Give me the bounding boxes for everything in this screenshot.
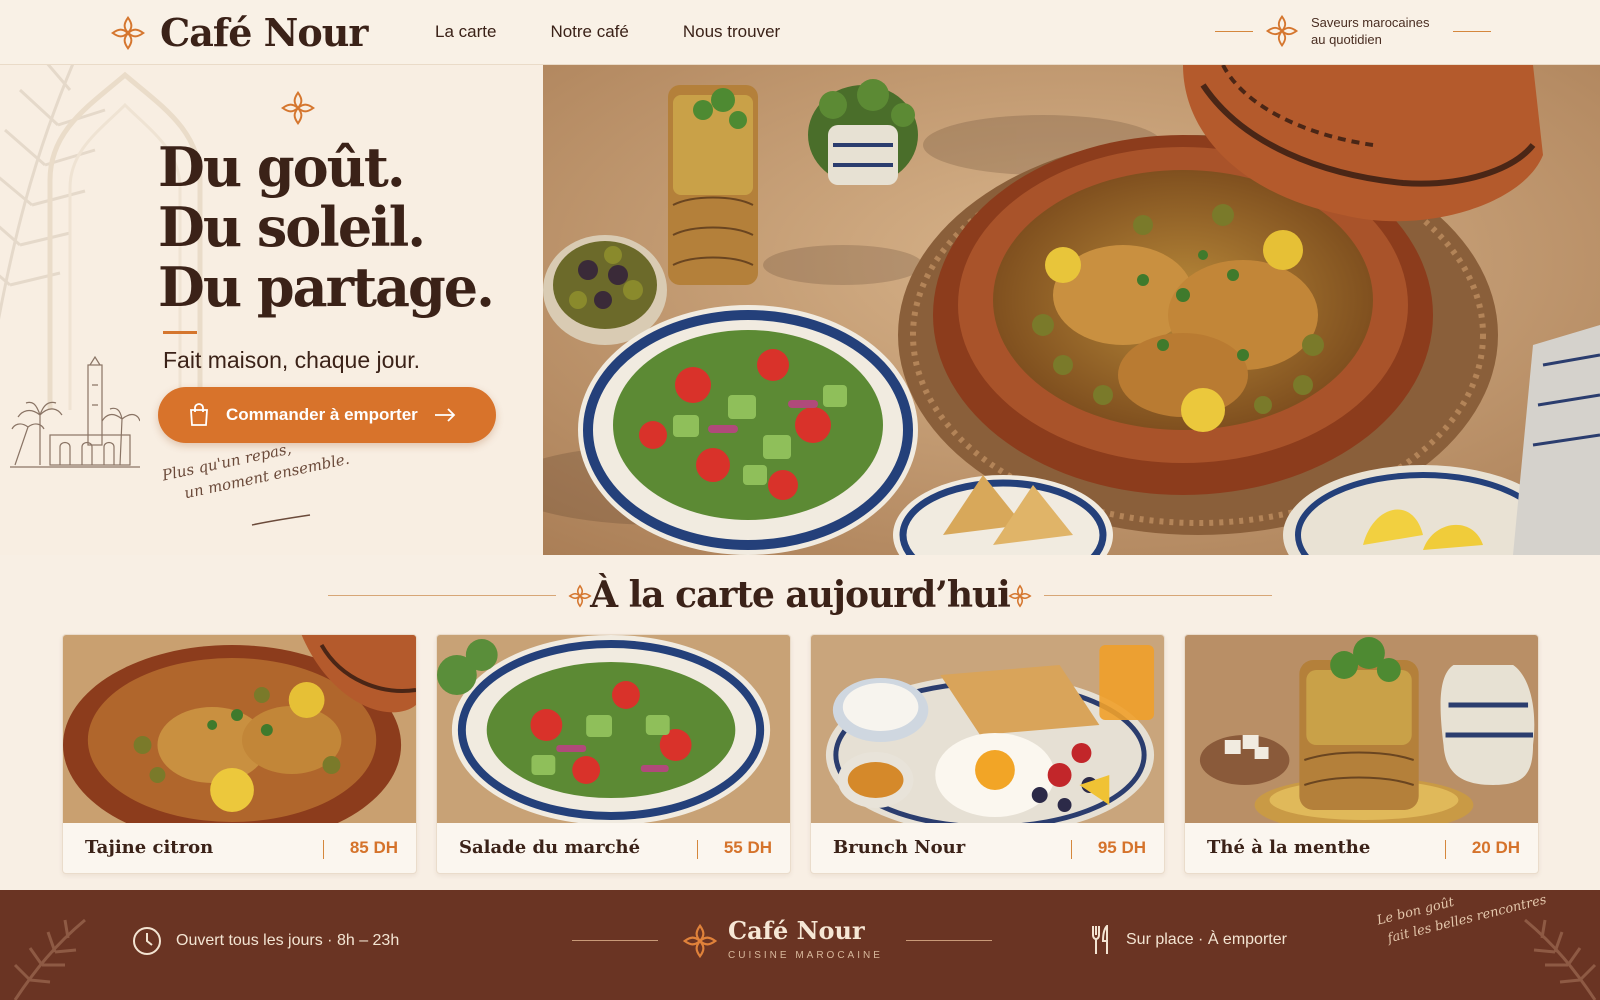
hero-food-photo bbox=[543, 65, 1600, 555]
hero-headline-line-1: Du goût. bbox=[158, 135, 406, 199]
dish-price: 55 DH bbox=[723, 838, 772, 857]
arrow-right-icon bbox=[434, 408, 456, 422]
hero-food-illustration bbox=[543, 65, 1600, 555]
divider-line bbox=[1044, 595, 1272, 596]
footer-brand-subtitle: CUISINE MAROCAINE bbox=[728, 950, 883, 961]
hero-headline-line-2: Du soleil. bbox=[158, 195, 426, 259]
footer-brand-name: Café Nour bbox=[728, 916, 865, 945]
hero-headline: Du goût. Du soleil. Du partage. bbox=[158, 135, 495, 319]
hero-headline-line-3: Du partage. bbox=[158, 255, 495, 319]
divider-line bbox=[906, 940, 992, 941]
quatrefoil-icon bbox=[1265, 14, 1299, 48]
divider-line bbox=[1445, 840, 1446, 859]
nav-link-nous-trouver[interactable]: Nous trouver bbox=[683, 22, 780, 42]
menu-card-brunch-nour[interactable]: Brunch Nour 95 DH bbox=[810, 634, 1165, 874]
header-tagline: Saveurs marocaines au quotidien bbox=[1215, 14, 1491, 48]
hero-text-panel: Du goût. Du soleil. Du partage. Fait mai… bbox=[0, 65, 543, 555]
palm-leaf-icon bbox=[1524, 918, 1597, 1000]
divider-line bbox=[1215, 30, 1253, 32]
dish-name: Salade du marché bbox=[459, 837, 641, 858]
nav-link-la-carte[interactable]: La carte bbox=[435, 22, 496, 42]
divider-line bbox=[572, 940, 658, 941]
menu-card-footer: Thé à la menthe 20 DH bbox=[1185, 823, 1538, 873]
service-options: Sur place · À emporter bbox=[1090, 925, 1287, 955]
tagline-text: Saveurs marocaines au quotidien bbox=[1311, 14, 1441, 48]
brand-logo[interactable]: Café Nour bbox=[110, 10, 368, 55]
tagline-line-1: Saveurs marocaines bbox=[1311, 15, 1430, 30]
top-navigation-bar: Café Nour La carte Notre café Nous trouv… bbox=[0, 0, 1600, 65]
quatrefoil-icon bbox=[682, 923, 718, 959]
quatrefoil-icon bbox=[110, 15, 146, 50]
hero-accent-rule bbox=[163, 331, 197, 334]
brand-name: Café Nour bbox=[160, 10, 368, 55]
dish-name: Thé à la menthe bbox=[1207, 837, 1371, 858]
menu-card-footer: Tajine citron 85 DH bbox=[63, 823, 416, 873]
service-options-text: Sur place · À emporter bbox=[1126, 931, 1287, 948]
fork-knife-icon bbox=[1092, 925, 1108, 954]
nav-link-notre-cafe[interactable]: Notre café bbox=[550, 22, 628, 42]
dish-name: Brunch Nour bbox=[833, 837, 966, 858]
quatrefoil-icon bbox=[1008, 584, 1032, 608]
mint-tea-photo bbox=[1185, 635, 1538, 823]
opening-hours: Ouvert tous les jours · 8h – 23h bbox=[132, 926, 399, 956]
menu-card-list: Tajine citron 85 DH Salade du marché 55 … bbox=[62, 634, 1540, 874]
dish-name: Tajine citron bbox=[85, 837, 214, 858]
footer-brand[interactable]: Café Nour CUISINE MAROCAINE bbox=[572, 910, 992, 970]
menu-card-footer: Brunch Nour 95 DH bbox=[811, 823, 1164, 873]
menu-card-tajine-citron[interactable]: Tajine citron 85 DH bbox=[62, 634, 417, 874]
shopping-bag-icon bbox=[190, 403, 208, 426]
site-footer: Ouvert tous les jours · 8h – 23h Café No… bbox=[0, 890, 1600, 1000]
divider-line bbox=[1453, 30, 1491, 32]
order-takeaway-label: Commander à emporter bbox=[226, 405, 418, 424]
dish-price: 85 DH bbox=[349, 838, 398, 857]
menu-card-footer: Salade du marché 55 DH bbox=[437, 823, 790, 873]
tagline-line-2: au quotidien bbox=[1311, 32, 1382, 47]
menu-section-heading: À la carte aujourd’hui bbox=[0, 572, 1600, 620]
handwritten-underline bbox=[251, 514, 311, 526]
divider-line bbox=[1071, 840, 1072, 859]
menu-card-salade-du-marche[interactable]: Salade du marché 55 DH bbox=[436, 634, 791, 874]
quatrefoil-icon bbox=[280, 90, 316, 126]
divider-line bbox=[697, 840, 698, 859]
dish-price: 95 DH bbox=[1097, 838, 1146, 857]
hero-subtitle: Fait maison, chaque jour. bbox=[163, 347, 420, 373]
medina-skyline-illustration bbox=[10, 355, 140, 468]
tajine-photo bbox=[63, 635, 416, 823]
menu-card-the-a-la-menthe[interactable]: Thé à la menthe 20 DH bbox=[1184, 634, 1539, 874]
divider-line bbox=[323, 840, 324, 859]
clock-icon bbox=[133, 927, 161, 955]
menu-section-title: À la carte aujourd’hui bbox=[590, 574, 1011, 616]
brunch-photo bbox=[811, 635, 1164, 823]
opening-hours-text: Ouvert tous les jours · 8h – 23h bbox=[176, 932, 400, 949]
palm-leaf-icon bbox=[13, 918, 86, 1000]
main-nav: La carte Notre café Nous trouver bbox=[435, 22, 780, 42]
salad-photo bbox=[437, 635, 790, 823]
dish-price: 20 DH bbox=[1471, 838, 1520, 857]
